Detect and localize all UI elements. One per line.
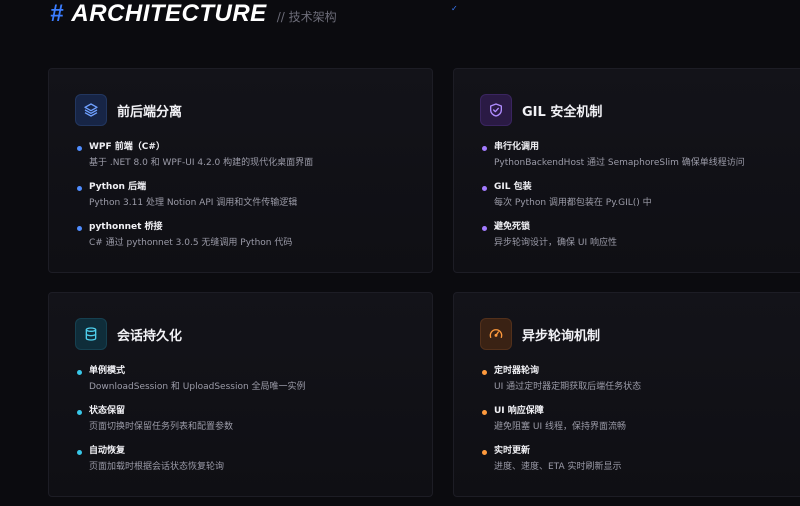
list-item: 实时更新 进度、速度、ETA 实时刷新显示: [482, 445, 800, 474]
card-title: 前后端分离: [117, 104, 183, 120]
hash-mark: #: [50, 0, 64, 27]
item-title: UI 响应保障: [494, 406, 544, 416]
bullet-dot: [482, 146, 487, 151]
list-item: 定时器轮询 UI 通过定时器定期获取后端任务状态: [482, 365, 800, 394]
bullet-dot: [77, 450, 82, 455]
bullet-dot: [482, 410, 487, 415]
gauge-icon: [480, 318, 512, 350]
list-item: WPF 前端（C#） 基于 .NET 8.0 和 WPF-UI 4.2.0 构建…: [77, 141, 420, 170]
item-title: GIL 包装: [494, 182, 532, 192]
card-items: 单例模式 DownloadSession 和 UploadSession 全局唯…: [77, 365, 420, 485]
item-desc: 避免阻塞 UI 线程，保持界面流畅: [494, 422, 626, 432]
bullet-dot: [482, 226, 487, 231]
item-desc: 进度、速度、ETA 实时刷新显示: [494, 462, 622, 472]
section-title: ARCHITECTURE: [71, 0, 267, 27]
card-items: 串行化调用 PythonBackendHost 通过 SemaphoreSlim…: [482, 141, 800, 261]
list-item: Python 后端 Python 3.11 处理 Notion API 调用和文…: [77, 181, 420, 210]
card-title: 异步轮询机制: [522, 328, 601, 344]
bullet-dot: [77, 410, 82, 415]
bullet-dot: [77, 146, 82, 151]
list-item: 避免死锁 异步轮询设计，确保 UI 响应性: [482, 221, 800, 250]
item-desc: Python 3.11 处理 Notion API 调用和文件传输逻辑: [89, 198, 298, 208]
card-items: 定时器轮询 UI 通过定时器定期获取后端任务状态 UI 响应保障 避免阻塞 UI…: [482, 365, 800, 485]
database-icon: [75, 318, 107, 350]
list-item: 串行化调用 PythonBackendHost 通过 SemaphoreSlim…: [482, 141, 800, 170]
bullet-dot: [77, 226, 82, 231]
list-item: UI 响应保障 避免阻塞 UI 线程，保持界面流畅: [482, 405, 800, 434]
card-header: 异步轮询机制: [480, 318, 600, 350]
item-title: Python 后端: [89, 182, 147, 192]
card-title: 会话持久化: [117, 328, 183, 344]
cursor-check-icon: ✓: [451, 4, 458, 13]
list-item: 状态保留 页面切换时保留任务列表和配置参数: [77, 405, 420, 434]
card-header: 前后端分离: [75, 94, 182, 126]
item-title: pythonnet 桥接: [89, 222, 163, 232]
layers-icon: [75, 94, 107, 126]
item-title: 定时器轮询: [494, 366, 540, 376]
card-items: WPF 前端（C#） 基于 .NET 8.0 和 WPF-UI 4.2.0 构建…: [77, 141, 420, 261]
item-desc: C# 通过 pythonnet 3.0.5 无缝调用 Python 代码: [89, 238, 293, 248]
item-desc: PythonBackendHost 通过 SemaphoreSlim 确保单线程…: [494, 158, 745, 168]
item-desc: 异步轮询设计，确保 UI 响应性: [494, 238, 617, 248]
bullet-dot: [482, 370, 487, 375]
list-item: 自动恢复 页面加载时根据会话状态恢复轮询: [77, 445, 420, 474]
item-title: 单例模式: [89, 366, 126, 376]
item-desc: 每次 Python 调用都包装在 Py.GIL() 中: [494, 198, 652, 208]
item-title: 串行化调用: [494, 142, 540, 152]
card-header: GIL 安全机制: [480, 94, 602, 126]
bullet-dot: [77, 370, 82, 375]
bullet-dot: [482, 186, 487, 191]
item-desc: 基于 .NET 8.0 和 WPF-UI 4.2.0 构建的现代化桌面界面: [89, 158, 314, 168]
item-title: 避免死锁: [494, 222, 531, 232]
item-title: WPF 前端（C#）: [89, 142, 165, 152]
architecture-page: # ARCHITECTURE // 技术架构 ✓ 前后端分离 WPF 前端（C#…: [0, 0, 800, 506]
card-frontend-backend: 前后端分离 WPF 前端（C#） 基于 .NET 8.0 和 WPF-UI 4.…: [48, 68, 433, 273]
card-async-polling: 异步轮询机制 定时器轮询 UI 通过定时器定期获取后端任务状态 UI 响应保障 …: [453, 292, 800, 497]
bullet-dot: [77, 186, 82, 191]
shield-icon: [480, 94, 512, 126]
item-title: 状态保留: [89, 406, 126, 416]
item-desc: 页面切换时保留任务列表和配置参数: [89, 422, 234, 432]
bullet-dot: [482, 450, 487, 455]
item-desc: UI 通过定时器定期获取后端任务状态: [494, 382, 642, 392]
list-item: 单例模式 DownloadSession 和 UploadSession 全局唯…: [77, 365, 420, 394]
item-title: 实时更新: [494, 446, 531, 456]
card-gil-safety: GIL 安全机制 串行化调用 PythonBackendHost 通过 Sema…: [453, 68, 800, 273]
section-header: # ARCHITECTURE // 技术架构: [50, 0, 337, 30]
card-title: GIL 安全机制: [522, 104, 603, 120]
item-title: 自动恢复: [89, 446, 126, 456]
card-session-persistence: 会话持久化 单例模式 DownloadSession 和 UploadSessi…: [48, 292, 433, 497]
item-desc: DownloadSession 和 UploadSession 全局唯一实例: [89, 382, 306, 392]
card-header: 会话持久化: [75, 318, 182, 350]
item-desc: 页面加载时根据会话状态恢复轮询: [89, 462, 225, 472]
list-item: GIL 包装 每次 Python 调用都包装在 Py.GIL() 中: [482, 181, 800, 210]
list-item: pythonnet 桥接 C# 通过 pythonnet 3.0.5 无缝调用 …: [77, 221, 420, 250]
section-subtitle: // 技术架构: [276, 10, 337, 24]
